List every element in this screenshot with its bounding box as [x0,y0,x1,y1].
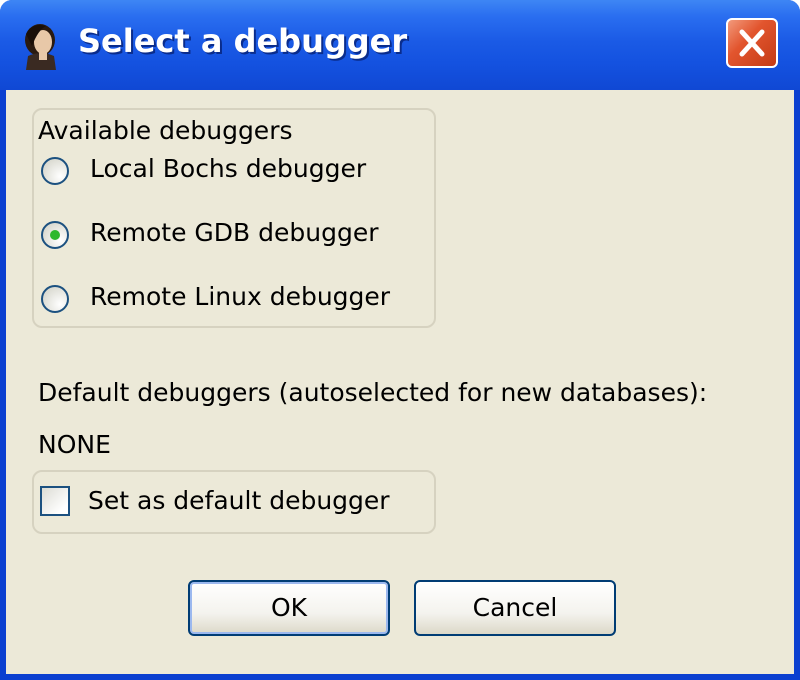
radio-remote-linux[interactable] [40,284,70,314]
dialog-body: Available debuggers Local Bochs debugger… [6,90,794,674]
cancel-button[interactable]: Cancel [414,580,616,636]
option-remote-gdb-label[interactable]: Remote GDB debugger [90,218,379,247]
set-default-label[interactable]: Set as default debugger [88,486,390,515]
default-debuggers-value: NONE [38,430,111,459]
default-debuggers-label: Default debuggers (autoselected for new … [38,378,708,407]
option-remote-linux-label[interactable]: Remote Linux debugger [90,282,390,311]
dialog-window: Select a debugger Available debuggers Lo… [0,0,800,680]
app-icon [25,24,56,70]
set-default-checkbox[interactable] [40,486,70,516]
radio-remote-gdb[interactable] [40,220,70,250]
option-local-bochs-label[interactable]: Local Bochs debugger [90,154,366,183]
close-icon [739,29,765,57]
close-button[interactable] [726,18,778,68]
radio-selected-dot-icon [50,230,60,240]
radio-local-bochs[interactable] [40,156,70,186]
available-debuggers-label: Available debuggers [38,116,293,145]
ok-button[interactable]: OK [188,580,390,636]
window-title: Select a debugger [78,22,408,60]
title-bar[interactable]: Select a debugger [0,0,800,90]
